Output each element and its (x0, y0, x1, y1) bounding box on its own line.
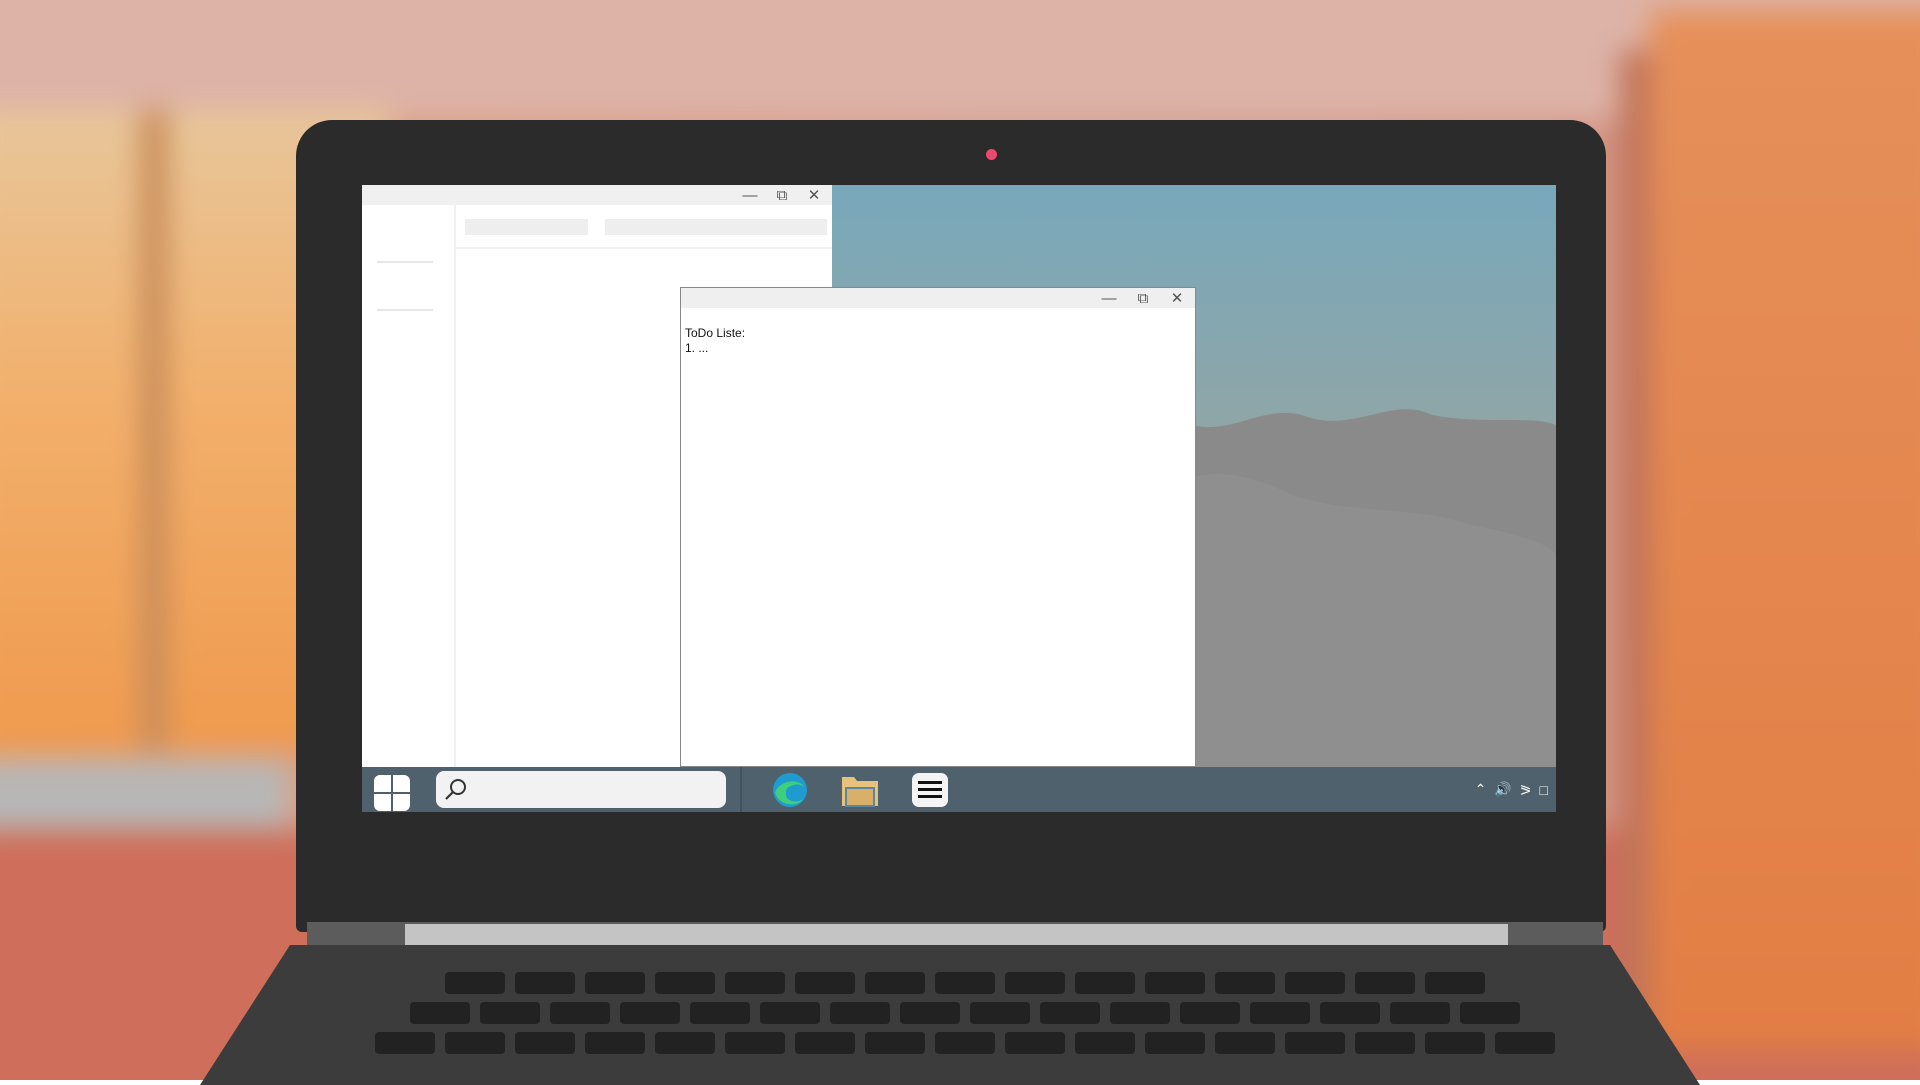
chevron-up-icon[interactable]: ⌃ (1475, 781, 1487, 798)
laptop-screen: — ⧉ ✕ — ⧉ ✕ ToDo Liste: 1. ... ⌃ 🔊 ⪖ □ (362, 185, 1556, 812)
todo-heading: ToDo Liste: (685, 326, 746, 340)
folder-icon[interactable] (840, 771, 880, 809)
notification-icon[interactable]: □ (1540, 782, 1548, 798)
laptop-hinge-bar (405, 924, 1508, 945)
browser-icon[interactable] (770, 771, 810, 809)
background-window-sidebar (362, 205, 456, 767)
close-icon[interactable]: ✕ (804, 187, 824, 203)
toolbar-placeholder (465, 219, 588, 235)
webcam-light (986, 149, 997, 160)
minimize-icon[interactable]: — (740, 187, 760, 203)
menu-icon[interactable] (910, 771, 950, 809)
restore-icon[interactable]: ⧉ (772, 187, 792, 203)
network-icon[interactable]: ⪖ (1520, 781, 1532, 798)
notepad-titlebar[interactable]: — ⧉ ✕ (681, 288, 1195, 308)
close-icon[interactable]: ✕ (1167, 290, 1187, 306)
address-placeholder (605, 219, 827, 235)
keyboard (340, 972, 1590, 1082)
volume-icon[interactable]: 🔊 (1494, 781, 1511, 798)
minimize-icon[interactable]: — (1099, 290, 1119, 306)
taskbar: ⌃ 🔊 ⪖ □ (362, 767, 1556, 812)
todo-item: 1. ... (685, 341, 709, 355)
background-window-titlebar[interactable]: — ⧉ ✕ (362, 185, 832, 205)
toolbar-divider (454, 247, 832, 249)
search-input[interactable] (436, 771, 726, 808)
start-button[interactable] (372, 773, 410, 811)
restore-icon[interactable]: ⧉ (1133, 290, 1153, 306)
notepad-window[interactable]: — ⧉ ✕ ToDo Liste: 1. ... (680, 287, 1196, 767)
system-tray: ⌃ 🔊 ⪖ □ (1475, 781, 1548, 798)
search-icon (445, 779, 466, 800)
notepad-text-area[interactable]: ToDo Liste: 1. ... (681, 308, 1195, 374)
taskbar-separator (740, 767, 742, 812)
